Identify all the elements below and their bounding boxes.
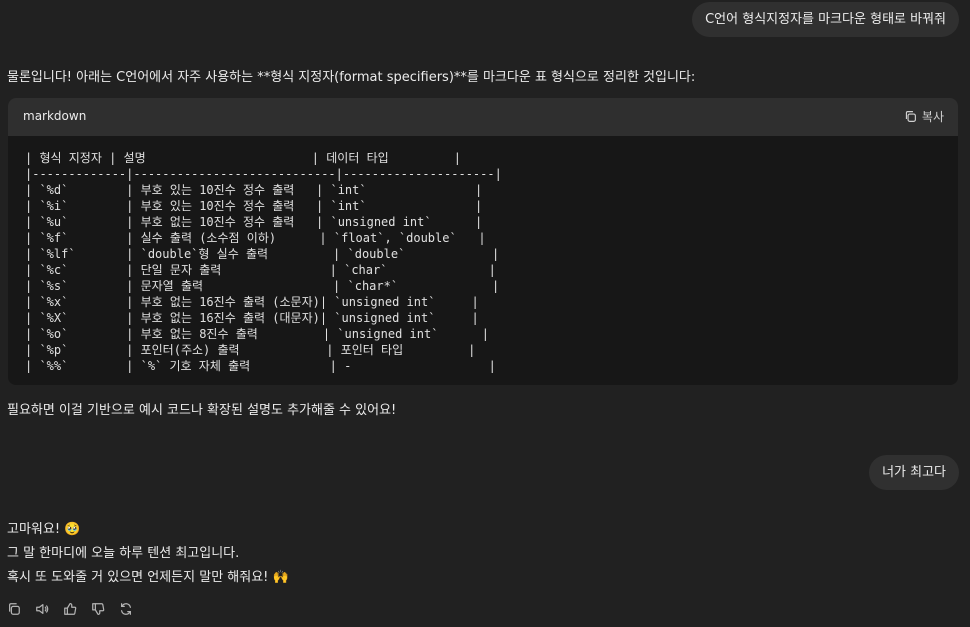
code-block: markdown 복사 | 형식 지정자 | 설명 | 데이터 타입 | |---…	[8, 98, 958, 385]
code-line: | `%o` | 부호 없는 8진수 출력 | `unsigned int` |	[25, 327, 490, 341]
assistant-reply-line: 고마워요! 🥹	[7, 522, 81, 537]
assistant-reply-line: 혹시 또 도와줄 거 있으면 언제든지 말만 해줘요! 🙌	[7, 570, 289, 585]
copy-code-label: 복사	[921, 110, 944, 124]
code-line: |-------------|-------------------------…	[25, 167, 502, 181]
code-line: | `%i` | 부호 있는 10진수 정수 출력 | `int` |	[25, 199, 483, 213]
thumbs-up-icon	[64, 603, 77, 615]
message-actions	[6, 601, 134, 617]
assistant-intro-text: 물론입니다! 아래는 C언어에서 자주 사용하는 **형식 지정자(format…	[7, 70, 696, 85]
regenerate-icon	[121, 603, 131, 615]
code-line: | `%u` | 부호 없는 10진수 정수 출력 | `unsigned in…	[25, 215, 483, 229]
bad-response-button[interactable]	[90, 601, 106, 617]
copy-code-button[interactable]: 복사	[904, 108, 944, 125]
good-response-button[interactable]	[62, 601, 78, 617]
code-line: | `%c` | 단일 문자 출력 | `char` |	[25, 263, 496, 277]
chat-page: C언어 형식지정자를 마크다운 형태로 바꿔줘 물론입니다! 아래는 C언어에서…	[0, 0, 970, 627]
code-line: | `%p` | 포인터(주소) 출력 | 포인터 타입 |	[25, 343, 476, 357]
thumbs-down-icon	[92, 603, 105, 615]
assistant-followup-text: 필요하면 이걸 기반으로 예시 코드나 확장된 설명도 추가해줄 수 있어요!	[7, 403, 397, 418]
code-language-label: markdown	[23, 109, 87, 123]
assistant-reply-line: 그 말 한마디에 오늘 하루 텐션 최고입니다.	[7, 546, 240, 561]
copy-icon	[9, 603, 20, 615]
code-line: | `%%` | `%` 기호 자체 출력 | - |	[25, 359, 496, 373]
regenerate-button[interactable]	[118, 601, 134, 617]
assistant-reply: 고마워요! 🥹 그 말 한마디에 오늘 하루 텐션 최고입니다. 혹시 또 도와…	[7, 520, 289, 592]
copy-message-button[interactable]	[6, 601, 22, 617]
code-line: | 형식 지정자 | 설명 | 데이터 타입 |	[25, 151, 461, 165]
code-line: | `%x` | 부호 없는 16진수 출력 (소문자)| `unsigned …	[25, 295, 479, 309]
code-line: | `%f` | 실수 출력 (소수점 이하) | `float`, `doub…	[25, 231, 486, 245]
code-line: | `%s` | 문자열 출력 | `char*` |	[25, 279, 500, 293]
user-message: C언어 형식지정자를 마크다운 형태로 바꿔줘	[692, 2, 959, 37]
user-message: 너가 최고다	[869, 455, 959, 490]
speaker-icon	[36, 604, 49, 614]
code-line: | `%lf` | `double`형 실수 출력 | `double` |	[25, 247, 500, 261]
copy-icon	[905, 111, 916, 122]
code-content: | 형식 지정자 | 설명 | 데이터 타입 | |-------------|-…	[8, 136, 958, 374]
code-block-header: markdown 복사	[8, 98, 958, 136]
read-aloud-button[interactable]	[34, 601, 50, 617]
code-line: | `%X` | 부호 없는 16진수 출력 (대문자)| `unsigned …	[25, 311, 479, 325]
code-line: | `%d` | 부호 있는 10진수 정수 출력 | `int` |	[25, 183, 483, 197]
